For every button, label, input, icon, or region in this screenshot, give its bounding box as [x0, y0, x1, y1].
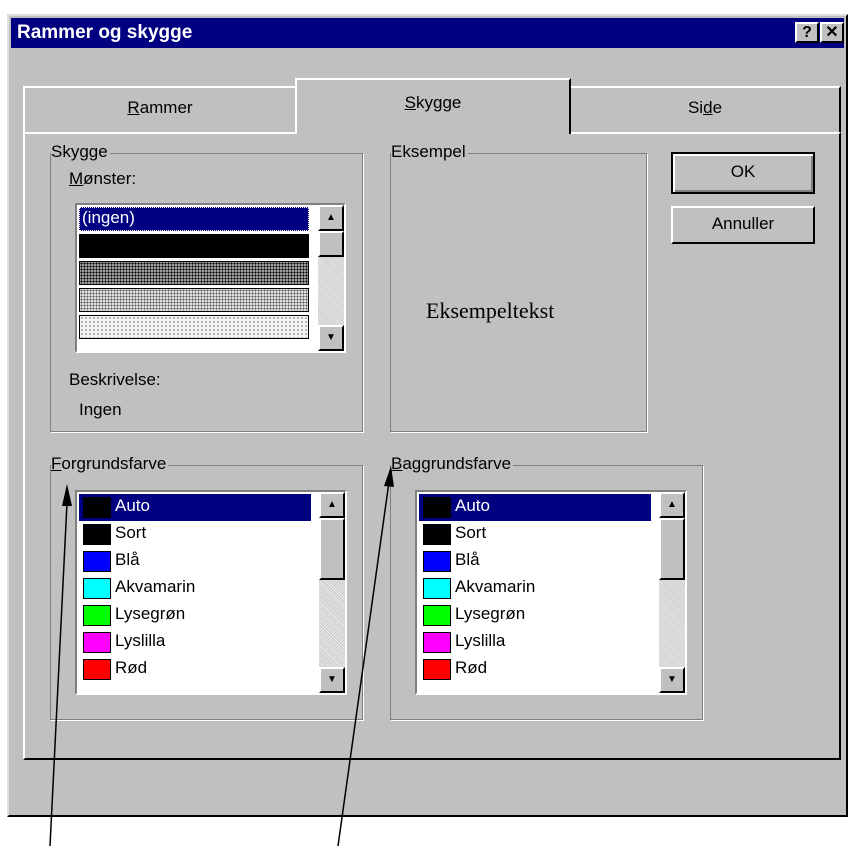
- tab-skygge-label: kygge: [415, 93, 462, 112]
- tab-skygge[interactable]: Skygge: [295, 78, 571, 134]
- arrow-background: [337, 466, 394, 846]
- tab-skygge-mnemonic: S: [404, 93, 416, 112]
- arrow-foreground: [49, 484, 72, 846]
